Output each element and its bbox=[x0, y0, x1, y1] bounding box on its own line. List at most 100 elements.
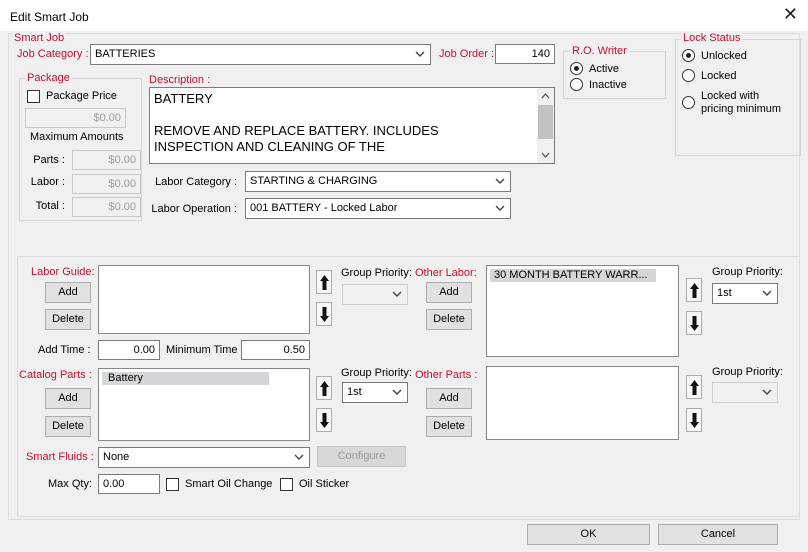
labor-guide-delete-button[interactable]: Delete bbox=[45, 309, 91, 330]
smart-fluids-value: None bbox=[103, 451, 130, 463]
other-parts-move-up-button[interactable] bbox=[686, 375, 702, 399]
other-labor-group-priority-label: Group Priority: bbox=[712, 266, 783, 278]
package-price-input: $0.00 bbox=[25, 108, 126, 128]
max-qty-input[interactable]: 0.00 bbox=[98, 474, 160, 494]
ro-writer-group bbox=[563, 51, 666, 99]
catalog-parts-move-down-button[interactable] bbox=[316, 408, 332, 432]
labor-operation-label: Labor Operation : bbox=[151, 203, 237, 215]
labor-category-select[interactable]: STARTING & CHARGING bbox=[245, 171, 511, 192]
add-time-input[interactable]: 0.00 bbox=[98, 340, 160, 360]
catalog-parts-delete-button[interactable]: Delete bbox=[45, 416, 91, 437]
other-labor-move-down-button[interactable] bbox=[686, 311, 702, 335]
other-labor-move-up-button[interactable] bbox=[686, 278, 702, 302]
catalog-parts-move-up-button[interactable] bbox=[316, 376, 332, 400]
locked-min-radio[interactable] bbox=[682, 96, 695, 109]
labor-guide-list[interactable] bbox=[98, 265, 310, 334]
list-item[interactable]: Battery bbox=[102, 372, 269, 385]
min-time-input[interactable]: 0.50 bbox=[241, 340, 310, 360]
arrow-up-icon bbox=[320, 381, 329, 396]
smart-fluids-select[interactable]: None bbox=[98, 447, 310, 468]
arrow-down-icon bbox=[690, 316, 699, 331]
chevron-down-icon bbox=[392, 291, 402, 297]
smart-job-legend: Smart Job bbox=[12, 32, 67, 44]
job-order-input[interactable]: 140 bbox=[495, 44, 555, 64]
configure-button[interactable]: Configure bbox=[317, 446, 406, 467]
description-textarea[interactable]: BATTERY REMOVE AND REPLACE BATTERY. INCL… bbox=[149, 87, 555, 164]
labor-category-value: STARTING & CHARGING bbox=[250, 175, 378, 187]
smart-oil-change-checkbox[interactable] bbox=[166, 478, 179, 491]
chevron-down-icon bbox=[495, 205, 505, 211]
job-category-value: BATTERIES bbox=[95, 48, 156, 60]
other-labor-group-priority-select[interactable]: 1st bbox=[712, 283, 778, 304]
other-parts-delete-button[interactable]: Delete bbox=[426, 416, 472, 437]
other-parts-group-priority-label: Group Priority: bbox=[712, 366, 783, 378]
locked-min-label: Locked with pricing minimum bbox=[701, 90, 782, 115]
description-line-3: REMOVE AND REPLACE BATTERY. INCLUDES bbox=[154, 123, 439, 138]
list-item[interactable]: 30 MONTH BATTERY WARR... bbox=[490, 269, 656, 282]
arrow-down-icon bbox=[690, 413, 699, 428]
smart-oil-change-label: Smart Oil Change bbox=[185, 478, 273, 490]
description-line-1: BATTERY bbox=[154, 91, 213, 106]
title-bar bbox=[0, 0, 808, 31]
smart-fluids-label: Smart Fluids : bbox=[26, 451, 94, 463]
description-line-2 bbox=[154, 107, 550, 123]
other-labor-add-button[interactable]: Add bbox=[426, 282, 472, 303]
oil-sticker-checkbox[interactable] bbox=[280, 478, 293, 491]
package-legend: Package bbox=[25, 72, 72, 84]
unlocked-radio[interactable] bbox=[682, 49, 695, 62]
description-scrollbar[interactable] bbox=[537, 88, 554, 163]
chevron-down-icon bbox=[762, 290, 772, 296]
job-order-label: Job Order : bbox=[439, 48, 495, 60]
other-labor-list[interactable]: 30 MONTH BATTERY WARR... bbox=[486, 265, 679, 357]
active-radio[interactable] bbox=[570, 62, 583, 75]
labor-guide-add-button[interactable]: Add bbox=[45, 282, 91, 303]
labor-guide-move-down-button[interactable] bbox=[316, 302, 332, 326]
arrow-up-icon bbox=[690, 283, 699, 298]
active-label: Active bbox=[589, 63, 619, 75]
catalog-parts-group-priority-select[interactable]: 1st bbox=[342, 382, 408, 403]
labor-operation-select[interactable]: 001 BATTERY - Locked Labor bbox=[245, 198, 511, 219]
catalog-parts-group-priority-label: Group Priority: bbox=[341, 367, 412, 379]
chevron-down-icon bbox=[392, 389, 402, 395]
locked-label: Locked bbox=[701, 70, 737, 82]
job-category-select[interactable]: BATTERIES bbox=[90, 44, 431, 65]
parts-label: Parts : bbox=[33, 154, 65, 166]
labor-operation-value: 001 BATTERY - Locked Labor bbox=[250, 202, 398, 214]
other-parts-list[interactable] bbox=[486, 366, 679, 440]
labor-label: Labor : bbox=[30, 176, 65, 188]
labor-guide-label: Labor Guide: bbox=[31, 266, 95, 278]
labor-guide-move-up-button[interactable] bbox=[316, 270, 332, 294]
other-parts-group-priority-select[interactable] bbox=[712, 382, 778, 403]
ok-button[interactable]: OK bbox=[527, 524, 650, 545]
catalog-parts-add-button[interactable]: Add bbox=[45, 388, 91, 409]
max-amounts-label: Maximum Amounts bbox=[30, 131, 124, 143]
chevron-down-icon bbox=[495, 178, 505, 184]
arrow-up-icon bbox=[690, 380, 699, 395]
locked-radio[interactable] bbox=[682, 69, 695, 82]
package-price-label: Package Price bbox=[46, 90, 117, 102]
labor-category-label: Labor Category : bbox=[155, 176, 237, 188]
other-labor-delete-button[interactable]: Delete bbox=[426, 309, 472, 330]
total-label: Total : bbox=[35, 200, 65, 212]
close-icon[interactable]: ✕ bbox=[783, 4, 798, 25]
other-parts-move-down-button[interactable] bbox=[686, 408, 702, 432]
scroll-up-icon[interactable] bbox=[541, 93, 550, 99]
scroll-down-icon[interactable] bbox=[541, 152, 550, 158]
package-price-checkbox[interactable] bbox=[27, 90, 40, 103]
min-time-label: Minimum Time : bbox=[166, 344, 244, 356]
other-parts-add-button[interactable]: Add bbox=[426, 388, 472, 409]
arrow-down-icon bbox=[320, 413, 329, 428]
other-labor-group-priority-value: 1st bbox=[717, 287, 732, 299]
description-line-4: INSPECTION AND CLEANING OF THE bbox=[154, 139, 385, 154]
description-label: Description : bbox=[149, 74, 211, 86]
catalog-parts-list[interactable]: Battery bbox=[98, 368, 310, 441]
scroll-thumb[interactable] bbox=[538, 105, 553, 139]
chevron-down-icon bbox=[762, 389, 772, 395]
max-total-input: $0.00 bbox=[72, 197, 141, 217]
cancel-button[interactable]: Cancel bbox=[658, 524, 778, 545]
labor-guide-group-priority-select[interactable] bbox=[342, 284, 408, 305]
inactive-radio[interactable] bbox=[570, 78, 583, 91]
oil-sticker-label: Oil Sticker bbox=[299, 478, 350, 490]
chevron-down-icon bbox=[415, 51, 425, 57]
catalog-parts-group-priority-value: 1st bbox=[347, 386, 362, 398]
